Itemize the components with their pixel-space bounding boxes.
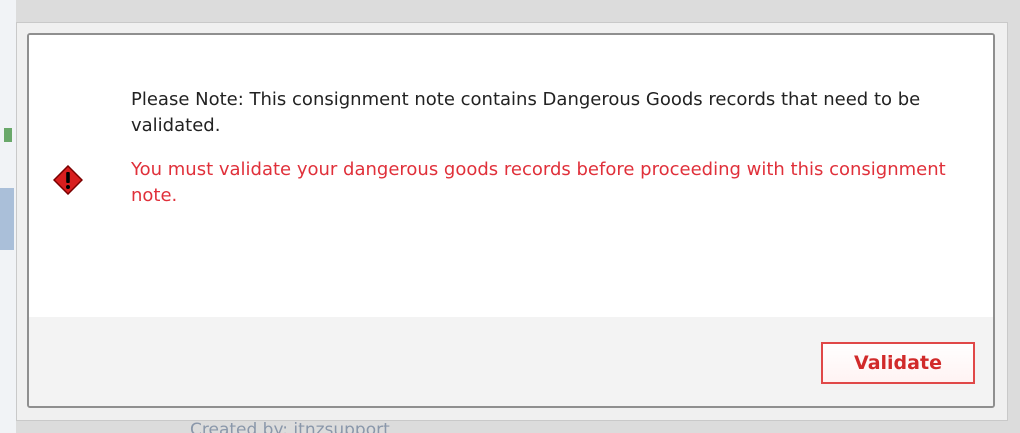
- validate-button[interactable]: Validate: [821, 342, 975, 384]
- dangerous-goods-dialog: Please Note: This consignment note conta…: [27, 33, 995, 408]
- dangerous-goods-note: Please Note: This consignment note conta…: [131, 89, 921, 136]
- background-status-marker: [4, 128, 12, 142]
- warning-diamond-icon: [52, 164, 84, 196]
- background-created-by-text: Created by: itnzsupport: [190, 420, 390, 433]
- validation-warning: You must validate your dangerous goods r…: [131, 159, 946, 206]
- app-background: Created by: itnzsupport Please Note: Thi…: [0, 0, 1020, 433]
- dialog-frame: Please Note: This consignment note conta…: [16, 22, 1008, 421]
- dialog-footer: Validate: [29, 317, 993, 406]
- dialog-body: Please Note: This consignment note conta…: [29, 35, 993, 317]
- dialog-message: Please Note: This consignment note conta…: [131, 87, 971, 209]
- background-selected-row: [0, 188, 14, 250]
